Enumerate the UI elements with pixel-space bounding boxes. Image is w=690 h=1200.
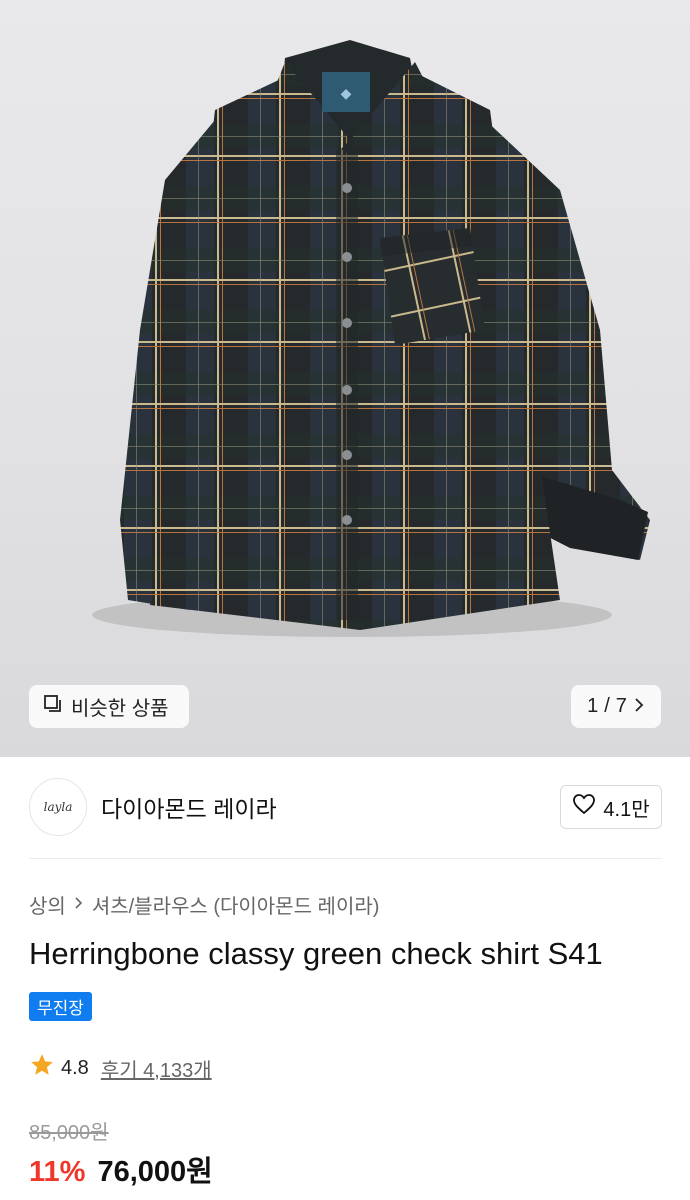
star-icon <box>29 1052 55 1084</box>
chevron-right-icon <box>633 695 645 718</box>
pager-current: 1 <box>587 695 599 717</box>
breadcrumb-subcategory[interactable]: 셔츠/블라우스 (다이아몬드 레이라) <box>92 890 380 919</box>
pager-separator: / <box>604 695 610 717</box>
price-row: 11% 76,000원 <box>29 1148 213 1190</box>
product-image-gallery[interactable]: ◆ 비슷한 상품 1 / 7 <box>0 0 690 757</box>
divider <box>29 858 662 859</box>
image-pager[interactable]: 1 / 7 <box>571 685 661 728</box>
similar-items-icon <box>43 694 63 720</box>
like-count: 4.1만 <box>603 798 650 821</box>
pager-total: 7 <box>615 695 627 717</box>
heart-icon <box>572 793 596 821</box>
brand-name[interactable]: 다이아몬드 레이라 <box>101 790 277 824</box>
original-price: 85,000원 <box>29 1122 109 1144</box>
svg-text:◆: ◆ <box>341 86 352 102</box>
rating-row: 4.8 후기 4,133개 <box>29 1052 212 1084</box>
brand-logo-text: layla <box>43 800 73 814</box>
reviews-link[interactable]: 후기 4,133개 <box>101 1054 212 1083</box>
breadcrumb: 상의 셔츠/블라우스 (다이아몬드 레이라) <box>29 890 379 919</box>
breadcrumb-category[interactable]: 상의 <box>29 890 66 919</box>
product-title: Herringbone classy green check shirt S41 <box>29 936 603 971</box>
delivery-badge: 무진장 <box>29 992 92 1021</box>
product-image: ◆ <box>92 40 650 637</box>
similar-products-label: 비슷한 상품 <box>71 698 169 720</box>
sale-price: 76,000원 <box>97 1156 213 1188</box>
brand-row: layla 다이아몬드 레이라 4.1만 <box>29 776 662 838</box>
chevron-right-icon <box>74 893 84 916</box>
discount-rate: 11% <box>29 1156 86 1188</box>
like-button[interactable]: 4.1만 <box>560 785 662 829</box>
similar-products-button[interactable]: 비슷한 상품 <box>29 685 189 728</box>
rating-score: 4.8 <box>61 1056 89 1079</box>
brand-logo[interactable]: layla <box>29 778 87 836</box>
